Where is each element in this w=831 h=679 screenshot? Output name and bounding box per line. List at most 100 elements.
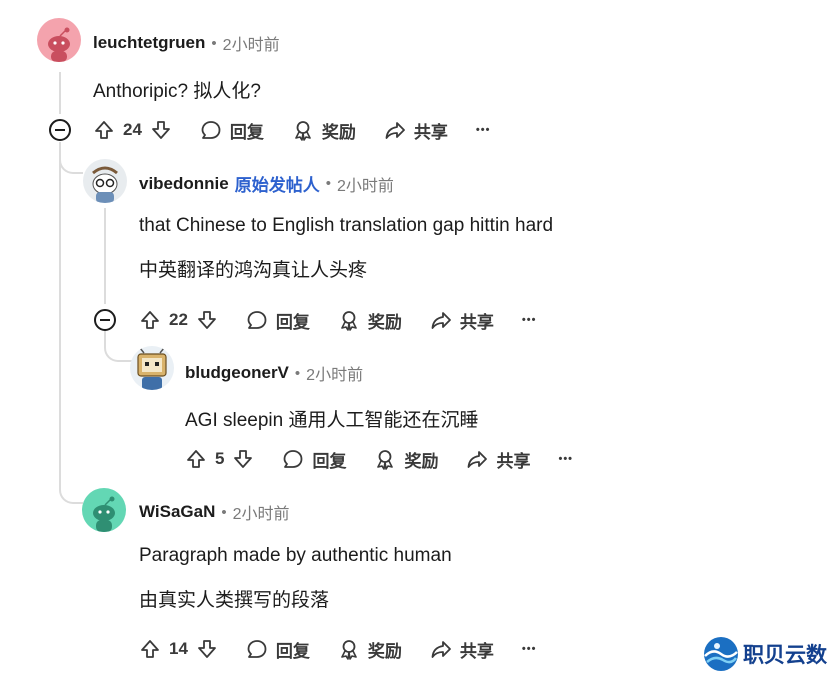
award-icon: [341, 311, 357, 331]
share-button[interactable]: 共享: [430, 308, 494, 333]
share-button[interactable]: 共享: [466, 447, 530, 472]
avatar[interactable]: [83, 159, 127, 203]
minus-icon: [100, 319, 110, 321]
comment-actions: 14 回复 奖励 共享 •••: [139, 634, 536, 664]
comment-meta: WiSaGaN • 2小时前: [139, 500, 290, 524]
comment-meta: bludgeonerV • 2小时前: [185, 361, 363, 385]
comment-meta: leuchtetgruen • 2小时前: [93, 31, 280, 55]
comment-meta: vibedonnie 原始发帖人 • 2小时前: [139, 171, 394, 196]
username[interactable]: vibedonnie: [139, 174, 229, 194]
share-arrow-icon: [431, 641, 451, 658]
downvote-icon[interactable]: [196, 309, 218, 331]
reply-label: 回复: [275, 641, 310, 661]
share-button[interactable]: 共享: [384, 118, 448, 143]
username[interactable]: WiSaGaN: [139, 502, 215, 522]
reply-button[interactable]: 回复: [246, 637, 310, 662]
avatar[interactable]: [130, 346, 174, 390]
comment-body: Anthoripic? 拟人化?: [93, 81, 261, 102]
reply-button[interactable]: 回复: [200, 118, 264, 143]
share-label: 共享: [459, 641, 494, 661]
meta-separator: •: [294, 364, 301, 382]
avatar[interactable]: [37, 18, 81, 62]
vote-score: 22: [169, 310, 188, 329]
comment-body-line: Paragraph made by authentic human: [139, 545, 452, 566]
comment-bubble-icon: [201, 121, 221, 139]
comment-bubble-icon: [284, 450, 303, 468]
comment-body-line: that Chinese to English translation gap …: [139, 215, 554, 236]
award-icon: [295, 121, 311, 141]
share-label: 共享: [413, 122, 448, 142]
watermark: 职贝云数: [703, 636, 827, 672]
timestamp[interactable]: 2小时前: [233, 500, 290, 524]
downvote-icon[interactable]: [196, 638, 218, 660]
upvote-icon[interactable]: [139, 309, 161, 331]
award-button[interactable]: 奖励: [338, 637, 402, 662]
username[interactable]: leuchtetgruen: [93, 33, 205, 53]
award-button[interactable]: 奖励: [374, 447, 438, 472]
more-options-button[interactable]: •••: [558, 453, 573, 465]
award-icon: [341, 640, 357, 660]
tv-head-avatar-icon: [137, 347, 167, 390]
minus-icon: [55, 129, 65, 131]
vote-controls: 22: [139, 309, 218, 331]
meta-separator: •: [211, 34, 217, 52]
reply-label: 回复: [229, 122, 264, 142]
share-button[interactable]: 共享: [430, 637, 494, 662]
avatar[interactable]: [82, 488, 126, 532]
vote-score: 5: [215, 449, 225, 468]
op-badge: 原始发帖人: [234, 176, 320, 195]
thread-line-reply-1: [104, 208, 106, 304]
username[interactable]: bludgeonerV: [185, 363, 289, 383]
meta-separator: •: [221, 503, 227, 521]
award-button[interactable]: 奖励: [292, 118, 356, 143]
comment-bubble-icon: [247, 640, 267, 658]
share-label: 共享: [459, 312, 494, 332]
award-label: 奖励: [321, 122, 356, 142]
upvote-icon[interactable]: [93, 119, 115, 141]
downvote-icon[interactable]: [150, 119, 172, 141]
thread-line-root: [59, 72, 61, 114]
award-icon: [377, 450, 394, 470]
share-arrow-icon: [468, 451, 488, 468]
vote-score: 24: [123, 120, 142, 139]
thread-curve-reply-2: [104, 330, 132, 362]
more-options-button[interactable]: •••: [522, 643, 537, 655]
vote-score: 14: [169, 639, 188, 658]
comment-actions: 22 回复 奖励 共享 •••: [139, 305, 536, 335]
more-options-button[interactable]: •••: [476, 124, 491, 136]
thread-line-root-lower: [59, 142, 61, 482]
snoo-avatar-icon: [48, 27, 70, 62]
reply-label: 回复: [312, 451, 347, 471]
share-arrow-icon: [431, 312, 451, 329]
watermark-text: 职贝云数: [743, 644, 827, 667]
downvote-icon[interactable]: [232, 448, 254, 470]
reply-button[interactable]: 回复: [282, 447, 346, 472]
snoo-avatar-icon: [92, 166, 118, 203]
award-label: 奖励: [367, 641, 402, 661]
vote-controls: 24: [93, 119, 172, 141]
thread-curve-reply-1: [59, 150, 83, 174]
watermark-logo-icon: [704, 637, 738, 671]
timestamp[interactable]: 2小时前: [223, 31, 280, 55]
share-label: 共享: [496, 451, 531, 471]
vote-controls: 5: [185, 448, 254, 470]
thread-curve-reply-4: [59, 470, 83, 504]
comment-body: AGI sleepin 通用人工智能还在沉睡: [185, 410, 479, 431]
collapse-thread-button[interactable]: [49, 119, 71, 141]
collapse-thread-button[interactable]: [94, 309, 116, 331]
upvote-icon[interactable]: [185, 448, 207, 470]
comment-body-line: 由真实人类撰写的段落: [139, 590, 330, 611]
reply-button[interactable]: 回复: [246, 308, 310, 333]
upvote-icon[interactable]: [139, 638, 161, 660]
vote-controls: 14: [139, 638, 218, 660]
timestamp[interactable]: 2小时前: [337, 172, 394, 196]
snoo-avatar-icon: [93, 496, 115, 532]
meta-separator: •: [325, 175, 331, 192]
award-label: 奖励: [404, 451, 439, 471]
comment-actions: 5 回复 奖励 共享 •••: [185, 444, 573, 474]
share-arrow-icon: [385, 122, 405, 139]
timestamp[interactable]: 2小时前: [306, 361, 363, 385]
more-options-button[interactable]: •••: [522, 314, 537, 326]
award-button[interactable]: 奖励: [338, 308, 402, 333]
reply-label: 回复: [275, 312, 310, 332]
